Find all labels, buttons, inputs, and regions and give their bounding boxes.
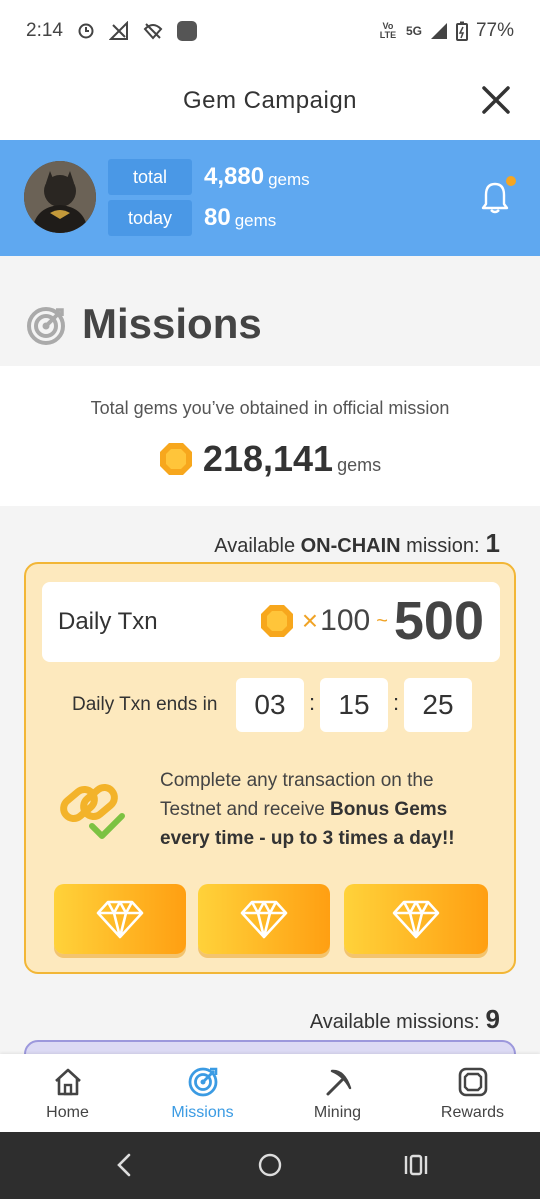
battery-percent: 77% bbox=[475, 20, 514, 41]
nav-mining[interactable]: Mining bbox=[270, 1054, 405, 1132]
reward-tilde: ~ bbox=[376, 609, 388, 632]
chain-link-check-icon bbox=[60, 784, 125, 839]
onchain-available-suffix: mission: bbox=[400, 535, 480, 557]
recents-icon[interactable] bbox=[403, 1152, 429, 1178]
daily-txn-header: Daily Txn × 100 ~ 500 bbox=[42, 582, 500, 662]
today-label: today bbox=[108, 200, 192, 236]
available-missions-line: Available missions: 9 bbox=[310, 1004, 500, 1035]
back-icon[interactable] bbox=[112, 1152, 136, 1178]
total-gems-row: total 4,880 gems bbox=[108, 159, 310, 195]
gem-box-icon bbox=[458, 1067, 487, 1097]
nav-home-label: Home bbox=[46, 1104, 89, 1121]
bell-icon[interactable] bbox=[480, 180, 510, 214]
missions-heading-section: Missions bbox=[0, 256, 540, 366]
gem-icon bbox=[159, 443, 192, 475]
claim-gem-button-3[interactable] bbox=[344, 884, 488, 954]
page-header: Gem Campaign bbox=[0, 62, 540, 140]
onchain-available-prefix: Available bbox=[214, 535, 301, 557]
page-title: Gem Campaign bbox=[182, 87, 358, 114]
nav-home[interactable]: Home bbox=[0, 1054, 135, 1132]
timer-minutes: 15 bbox=[320, 678, 388, 732]
bottom-nav: Home Missions Mining Rewards bbox=[0, 1054, 540, 1132]
diamond-icon bbox=[392, 900, 440, 939]
notification-dot bbox=[506, 176, 516, 186]
today-value: 80 bbox=[204, 204, 231, 231]
reward-max: 500 bbox=[393, 591, 484, 651]
status-bar: 2:14 Vo LTE 5G 77% bbox=[0, 0, 540, 62]
available-missions-label: Available missions: bbox=[309, 1011, 480, 1033]
total-unit: gems bbox=[268, 170, 310, 189]
target-icon bbox=[27, 307, 65, 345]
nav-missions[interactable]: Missions bbox=[135, 1054, 270, 1132]
today-gems-row: today 80 gems bbox=[108, 200, 276, 236]
today-unit: gems bbox=[234, 211, 277, 230]
timer-hours: 03 bbox=[236, 678, 304, 732]
nav-rewards-label: Rewards bbox=[440, 1104, 505, 1121]
nav-rewards[interactable]: Rewards bbox=[405, 1054, 540, 1132]
official-caption: Total gems you’ve obtained in official m… bbox=[90, 398, 450, 418]
user-banner: total 4,880 gems today 80 gems bbox=[0, 140, 540, 256]
home-circle-icon[interactable] bbox=[257, 1152, 283, 1178]
volte-label: Vo LTE bbox=[379, 21, 397, 40]
diamond-icon bbox=[96, 900, 144, 939]
timer-label: Daily Txn ends in bbox=[72, 694, 218, 715]
official-gems-value: 218,141 bbox=[202, 438, 334, 479]
official-gems-unit: gems bbox=[337, 454, 382, 475]
avatar[interactable] bbox=[24, 161, 96, 233]
timer-separator: : bbox=[309, 690, 316, 715]
signal-icon bbox=[430, 23, 447, 39]
onchain-available-bold: ON-CHAIN bbox=[300, 535, 401, 557]
total-label: total bbox=[108, 159, 192, 195]
onchain-available-count: 1 bbox=[485, 528, 500, 558]
sync-icon bbox=[78, 23, 94, 39]
signal-off-icon bbox=[108, 21, 128, 40]
status-time: 2:14 bbox=[26, 20, 63, 41]
multiplier-sign: × bbox=[301, 605, 319, 636]
diamond-icon bbox=[240, 900, 288, 939]
timer-seconds: 25 bbox=[404, 678, 472, 732]
home-icon bbox=[54, 1068, 81, 1096]
nav-missions-label: Missions bbox=[171, 1104, 234, 1121]
system-nav-bar bbox=[0, 1132, 540, 1199]
nav-mining-label: Mining bbox=[313, 1104, 362, 1121]
onchain-available-line: Available ON-CHAIN mission: 1 bbox=[214, 528, 500, 559]
battery-icon bbox=[455, 21, 468, 41]
daily-txn-card: Daily Txn × 100 ~ 500 Daily Txn ends in … bbox=[24, 562, 516, 974]
total-value: 4,880 bbox=[204, 163, 265, 190]
missions-title: Missions bbox=[82, 300, 262, 347]
pickaxe-icon bbox=[326, 1069, 351, 1096]
wifi-off-icon bbox=[143, 23, 163, 40]
network-type: 5G bbox=[405, 24, 422, 38]
official-missions-summary: Total gems you’ve obtained in official m… bbox=[0, 366, 540, 506]
reward-range: × 100 ~ 500 bbox=[260, 590, 484, 652]
mission-name: Daily Txn bbox=[58, 608, 158, 635]
countdown-timer: Daily Txn ends in 03 : 15 : 25 bbox=[26, 678, 514, 732]
app-notification-icon bbox=[176, 21, 197, 41]
gem-icon bbox=[260, 605, 293, 637]
official-total: 218,141 gems bbox=[0, 438, 540, 480]
available-missions-count: 9 bbox=[485, 1004, 500, 1034]
avatar-image bbox=[24, 161, 96, 233]
mission-description: Complete any transaction on the Testnet … bbox=[160, 766, 490, 853]
reward-min: 100 bbox=[320, 604, 371, 637]
target-icon bbox=[188, 1067, 217, 1097]
timer-separator: : bbox=[393, 690, 400, 715]
close-icon[interactable] bbox=[480, 84, 512, 116]
claim-gem-button-1[interactable] bbox=[54, 884, 186, 954]
claim-gem-button-2[interactable] bbox=[198, 884, 330, 954]
